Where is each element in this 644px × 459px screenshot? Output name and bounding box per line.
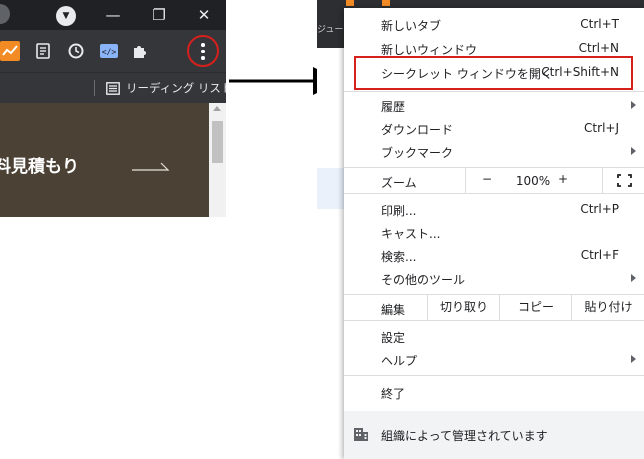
- chevron-right-icon: [631, 355, 636, 363]
- menu-item-history[interactable]: 履歴: [344, 94, 644, 118]
- background-blue-panel: [317, 168, 344, 209]
- close-button[interactable]: ✕: [181, 0, 226, 30]
- incognito-highlight-box: [354, 56, 633, 90]
- edit-row: 編集 切り取り コピー 貼り付け: [344, 295, 644, 320]
- edit-label: 編集: [381, 303, 406, 317]
- bookmark-bar: リーディング リスト: [0, 72, 226, 103]
- background-page: [317, 0, 344, 459]
- more-vert-icon[interactable]: [200, 43, 206, 60]
- tab-edge: [0, 4, 10, 24]
- maximize-button[interactable]: ❐: [136, 0, 182, 30]
- menu-button-highlight[interactable]: [187, 35, 219, 67]
- reading-list-label: リーディング リスト: [126, 81, 226, 95]
- building-icon: [354, 428, 368, 441]
- menu-item-print[interactable]: 印刷... Ctrl+P: [344, 198, 644, 222]
- scrollbar[interactable]: [209, 103, 226, 217]
- menu-item-find[interactable]: 検索... Ctrl+F: [344, 244, 644, 268]
- page-content: 料見積もり: [0, 103, 209, 217]
- managed-by-organization[interactable]: 組織によって管理されています: [344, 411, 644, 459]
- menu-item-bookmarks[interactable]: ブックマーク: [344, 140, 644, 164]
- chevron-right-icon: [631, 274, 636, 282]
- menu-separator: [344, 193, 644, 194]
- zoom-in-button[interactable]: +: [558, 172, 568, 186]
- menu-item-settings[interactable]: 設定: [344, 325, 644, 349]
- svg-text:</>: </>: [102, 48, 117, 57]
- zoom-value: 100%: [515, 174, 551, 188]
- zoom-label: ズーム: [381, 176, 417, 190]
- menu-item-new-tab[interactable]: 新しいタブ Ctrl+T: [344, 13, 644, 37]
- menu-separator: [344, 91, 644, 92]
- bookmark-separator: [94, 80, 95, 96]
- menu-item-downloads[interactable]: ダウンロード Ctrl+J: [344, 117, 644, 141]
- history-icon[interactable]: [66, 41, 86, 61]
- zoom-row: ズーム − 100% +: [344, 168, 644, 193]
- fullscreen-icon: [617, 174, 632, 187]
- menu-item-help[interactable]: ヘルプ: [344, 348, 644, 372]
- reading-list-button[interactable]: リーディング リスト: [106, 79, 226, 97]
- minimize-button[interactable]: —: [90, 0, 136, 30]
- cut-button[interactable]: 切り取り: [427, 295, 500, 320]
- paste-button[interactable]: 貼り付け: [571, 295, 644, 320]
- notes-icon[interactable]: [33, 41, 53, 61]
- tab-search-button[interactable]: ▼: [56, 6, 76, 26]
- page-heading: 料見積もり: [0, 157, 79, 177]
- browser-window-crop: ▼ — ❐ ✕ </> リーディング リスト 料見積もり: [0, 0, 226, 217]
- reading-list-icon: [106, 81, 120, 95]
- scroll-thumb[interactable]: [212, 121, 223, 163]
- zoom-controls: − 100% +: [465, 168, 644, 193]
- menu-item-exit[interactable]: 終了: [344, 381, 644, 405]
- menu-separator: [344, 320, 644, 321]
- menu-item-more-tools[interactable]: その他のツール: [344, 267, 644, 291]
- code-icon[interactable]: </>: [99, 41, 119, 61]
- copy-button[interactable]: コピー: [499, 295, 572, 320]
- chevron-right-icon: [631, 147, 636, 155]
- scroll-up-arrow[interactable]: [213, 106, 221, 111]
- background-bookmark-bar: ジュール: [317, 0, 344, 48]
- toolbar-strip: [344, 0, 644, 8]
- zoom-out-button[interactable]: −: [482, 172, 492, 186]
- chrome-main-menu: 新しいタブ Ctrl+T 新しいウィンドウ Ctrl+N シークレット ウィンドウを…: [344, 8, 644, 459]
- puzzle-icon[interactable]: [130, 41, 150, 61]
- menu-separator: [344, 375, 644, 376]
- chevron-right-icon: [631, 101, 636, 109]
- fullscreen-button[interactable]: [602, 168, 644, 193]
- arrow-right-icon[interactable]: [132, 159, 174, 171]
- menu-item-cast[interactable]: キャスト...: [344, 221, 644, 245]
- title-bar: ▼ — ❐ ✕: [0, 0, 226, 30]
- browser-toolbar: </>: [0, 30, 226, 72]
- orange-chart-icon[interactable]: [0, 41, 20, 61]
- managed-label: 組織によって管理されています: [381, 429, 548, 443]
